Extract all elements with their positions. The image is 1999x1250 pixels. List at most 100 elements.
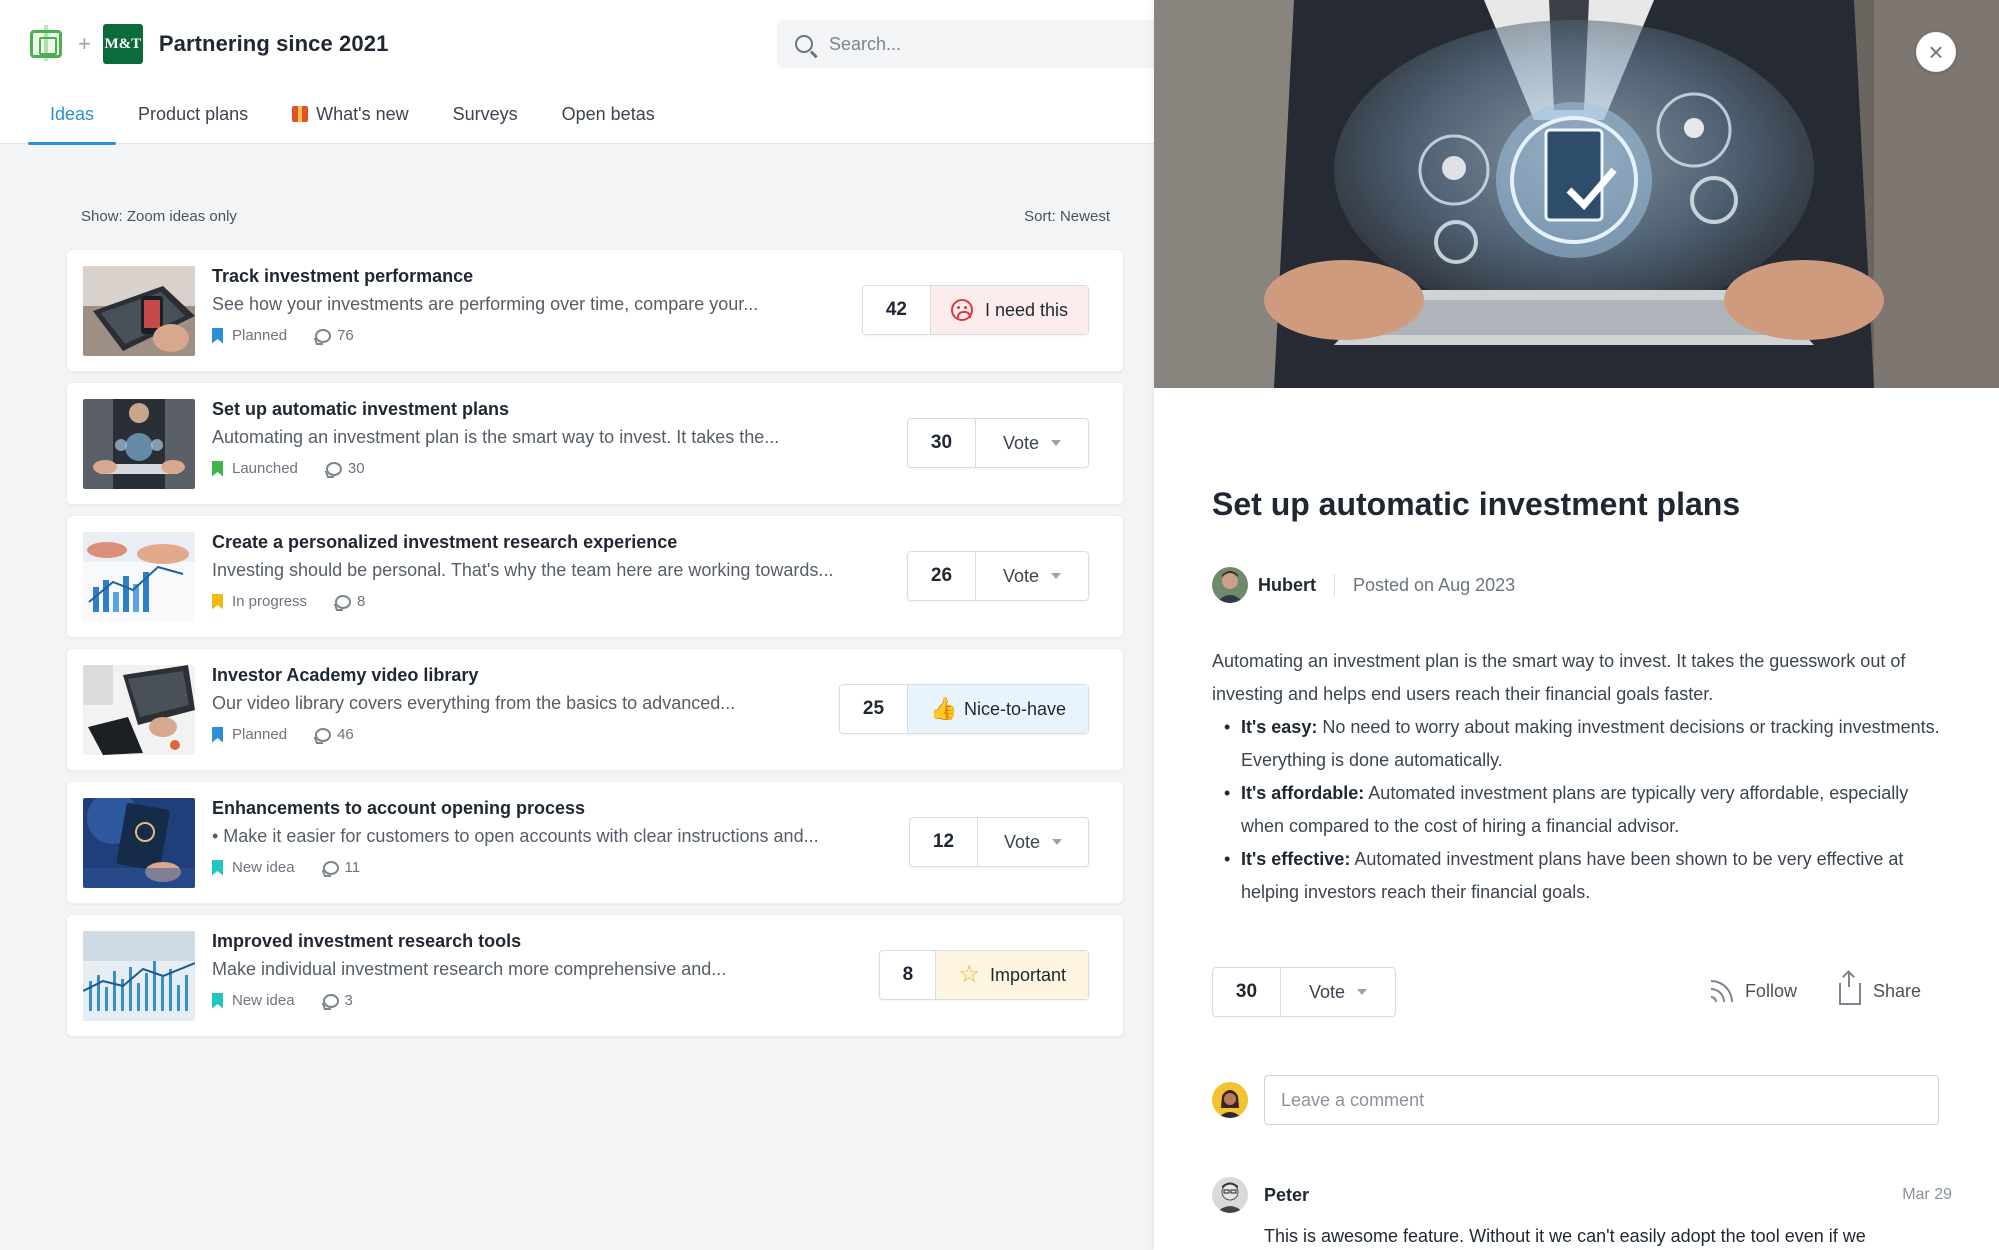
vote-count: 30 xyxy=(1213,968,1281,1016)
vote-button[interactable]: I need this xyxy=(930,286,1088,334)
idea-title[interactable]: Investor Academy video library xyxy=(212,665,478,686)
search-icon xyxy=(795,35,813,53)
search-box[interactable] xyxy=(777,20,1154,68)
vote-button[interactable]: Vote xyxy=(976,552,1088,600)
idea-thumbnail xyxy=(83,399,195,489)
chevron-down-icon xyxy=(1052,839,1063,845)
idea-title[interactable]: Track investment performance xyxy=(212,266,473,287)
bullet-heading: It's affordable: xyxy=(1241,783,1365,803)
tab-label: What's new xyxy=(316,104,409,124)
list-item: It's affordable: Automated investment pl… xyxy=(1224,777,1952,843)
idea-card[interactable]: Set up automatic investment plans Automa… xyxy=(66,382,1124,505)
idea-meta: Planned 46 xyxy=(212,726,354,743)
idea-title[interactable]: Create a personalized investment researc… xyxy=(212,532,677,553)
portal-title: Partnering since 2021 xyxy=(158,31,389,56)
idea-title[interactable]: Enhancements to account opening process xyxy=(212,798,585,819)
status-bookmark-icon xyxy=(212,327,223,344)
nav-tabs: Ideas Product plans What's new Surveys O… xyxy=(28,94,677,145)
vote-label: Vote xyxy=(1308,981,1346,1002)
comment-icon xyxy=(315,328,332,343)
tab-label: Open betas xyxy=(561,104,655,124)
comment-icon xyxy=(322,993,339,1008)
comment-header: Peter Mar 29 xyxy=(1212,1177,1952,1213)
idea-thumbnail xyxy=(83,266,195,356)
vote-count: 42 xyxy=(863,286,931,334)
comment-text: This is awesome feature. Without it we c… xyxy=(1264,1226,1866,1246)
current-user-avatar xyxy=(1212,1082,1248,1118)
chevron-down-icon xyxy=(1051,573,1062,579)
status-label: New idea xyxy=(232,992,295,1009)
vote-button[interactable]: ☆ Important xyxy=(936,951,1088,999)
share-button[interactable]: Share xyxy=(1838,973,1921,1005)
sort-filter[interactable]: Sort: Newest xyxy=(1024,208,1110,225)
vote-label: I need this xyxy=(984,299,1068,320)
comment-input[interactable] xyxy=(1264,1075,1939,1125)
status-label: Planned xyxy=(232,726,288,743)
comment-icon xyxy=(315,727,332,742)
idea-description: Make individual investment research more… xyxy=(212,959,727,979)
idea-meta: Planned 76 xyxy=(212,327,354,344)
status-label: In progress xyxy=(232,593,308,610)
tab-label: Ideas xyxy=(50,104,95,124)
top-bar: + M&T Partnering since 2021 Ideas Produc… xyxy=(0,0,1154,145)
author-avatar[interactable] xyxy=(1212,567,1248,603)
vote-label: Vote xyxy=(1002,565,1040,586)
commenter-name[interactable]: Peter xyxy=(1264,1185,1902,1206)
tab-surveys[interactable]: Surveys xyxy=(431,94,540,144)
idea-meta: New idea 11 xyxy=(212,859,360,876)
tab-open-betas[interactable]: Open betas xyxy=(540,94,677,144)
idea-meta: New idea 3 xyxy=(212,992,353,1009)
author-name[interactable]: Hubert xyxy=(1258,575,1316,596)
vote-button[interactable]: Vote xyxy=(976,419,1088,467)
follow-button[interactable]: Follow xyxy=(1710,980,1797,1002)
comment-count: 46 xyxy=(337,726,354,743)
vote-count: 30 xyxy=(908,419,976,467)
comment-count: 30 xyxy=(347,460,365,477)
search-input[interactable] xyxy=(829,33,1129,55)
idea-title[interactable]: Improved investment research tools xyxy=(212,931,521,952)
ideas-portal: + M&T Partnering since 2021 Ideas Produc… xyxy=(0,0,1154,1250)
vote-control: 25 👍 Nice-to-have xyxy=(838,684,1089,734)
idea-card[interactable]: Create a personalized investment researc… xyxy=(66,515,1124,638)
share-label: Share xyxy=(1872,980,1921,1001)
follow-label: Follow xyxy=(1744,980,1797,1001)
idea-title[interactable]: Set up automatic investment plans xyxy=(212,399,509,420)
vote-count: 8 xyxy=(880,951,937,999)
vote-button[interactable]: Vote xyxy=(978,818,1088,866)
idea-card[interactable]: Track investment performance See how you… xyxy=(66,249,1124,372)
vote-label: Nice-to-have xyxy=(963,698,1066,719)
tab-ideas[interactable]: Ideas xyxy=(28,94,117,145)
bullet-heading: It's effective: xyxy=(1241,849,1351,869)
vote-button[interactable]: Vote xyxy=(1281,968,1395,1016)
idea-card[interactable]: Improved investment research tools Make … xyxy=(66,914,1124,1037)
gift-icon xyxy=(292,106,309,122)
tab-label: Surveys xyxy=(452,104,518,124)
idea-card[interactable]: Enhancements to account opening process … xyxy=(66,781,1124,904)
company-logo: M&T xyxy=(102,24,143,64)
idea-thumbnail xyxy=(83,931,195,1021)
idea-card[interactable]: Investor Academy video library Our video… xyxy=(66,648,1124,771)
body-intro: Automating an investment plan is the sma… xyxy=(1212,651,1906,704)
bullet-text: No need to worry about making investment… xyxy=(1241,717,1940,770)
commenter-avatar[interactable] xyxy=(1212,1177,1248,1213)
vote-control: 8 ☆ Important xyxy=(879,950,1089,1000)
vote-count: 26 xyxy=(908,552,976,600)
close-button[interactable]: × xyxy=(1916,32,1956,72)
star-icon: ☆ xyxy=(958,961,980,988)
tab-whats-new[interactable]: What's new xyxy=(270,94,430,144)
list-item: It's easy: No need to worry about making… xyxy=(1224,711,1952,777)
vote-label: Vote xyxy=(1003,831,1041,852)
status-bookmark-icon xyxy=(212,859,223,876)
divider xyxy=(1334,574,1335,596)
idea-thumbnail xyxy=(83,665,195,755)
status-bookmark-icon xyxy=(212,460,223,477)
status-bookmark-icon xyxy=(212,726,223,743)
show-filter[interactable]: Show: Zoom ideas only xyxy=(81,208,237,225)
vote-control: 30 Vote xyxy=(907,418,1089,468)
tab-product-plans[interactable]: Product plans xyxy=(116,94,270,144)
vote-control: 12 Vote xyxy=(909,817,1089,867)
portal-logo-icon[interactable] xyxy=(30,25,62,61)
benefits-list: It's easy: No need to worry about making… xyxy=(1224,711,1952,909)
vote-button[interactable]: 👍 Nice-to-have xyxy=(907,685,1088,733)
frown-face-icon xyxy=(950,299,973,321)
